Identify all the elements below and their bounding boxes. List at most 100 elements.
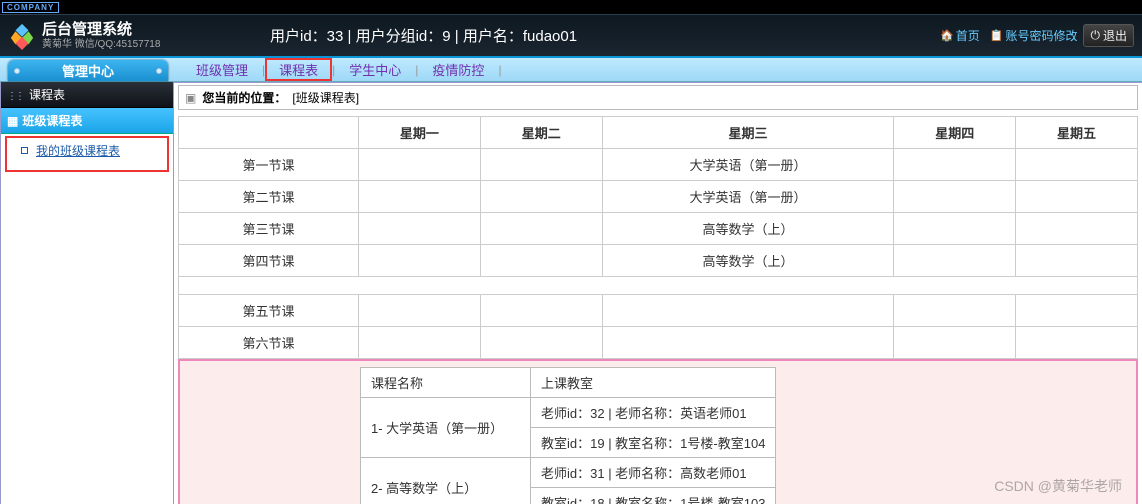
cell (894, 245, 1016, 277)
cell (359, 327, 481, 359)
col-fri: 星期五 (1016, 117, 1138, 149)
logout-button[interactable]: ⏻退出 (1083, 24, 1134, 47)
sidebar-root-label: 课程表 (29, 86, 65, 103)
col-tue: 星期二 (480, 117, 602, 149)
cell (480, 295, 602, 327)
table-header-row: 星期一 星期二 星期三 星期四 星期五 (179, 117, 1138, 149)
cell: 大学英语（第一册） (602, 181, 894, 213)
cell (359, 149, 481, 181)
row-label: 第一节课 (179, 149, 359, 181)
system-title: 后台管理系统 (42, 21, 160, 39)
cell: 高等数学（上） (602, 245, 894, 277)
logout-label: 退出 (1103, 27, 1127, 44)
cell (1016, 245, 1138, 277)
cell (359, 181, 481, 213)
nav-link-schedule[interactable]: 课程表 (265, 58, 332, 81)
nav-link-student[interactable]: 学生中心 (335, 60, 415, 79)
cell (602, 295, 894, 327)
table-row: 第二节课大学英语（第一册） (179, 181, 1138, 213)
sidebar-item-my-schedule[interactable]: 我的班级课程表 (21, 142, 161, 159)
cell (894, 327, 1016, 359)
cell (359, 245, 481, 277)
breadcrumb: ▣ 您当前的位置： [班级课程表] (178, 85, 1138, 110)
table-row: 第三节课 高等数学（上） (179, 213, 1138, 245)
info-room-2: 教室id：18 | 教室名称：1号楼-教室103 (531, 488, 776, 504)
cell (359, 295, 481, 327)
cell (480, 213, 602, 245)
nav-tab-admin[interactable]: 管理中心 (8, 60, 168, 81)
sidebar: 课程表 ▦ 班级课程表 我的班级课程表 (0, 82, 174, 504)
info-row: 2- 高等数学（上） 老师id：31 | 老师名称：高数老师01 (361, 458, 776, 488)
cell: 高等数学（上） (602, 213, 894, 245)
table-row: 第六节课 (179, 327, 1138, 359)
sidebar-category[interactable]: ▦ 班级课程表 (1, 108, 173, 134)
cell (602, 327, 894, 359)
home-link[interactable]: 🏠首页 (936, 25, 984, 46)
table-row: 第四节课高等数学（上） (179, 245, 1138, 277)
row-label: 第六节课 (179, 327, 359, 359)
cell (894, 295, 1016, 327)
nav-link-epidemic[interactable]: 疫情防控 (418, 60, 498, 79)
nav-tab-label: 管理中心 (62, 61, 114, 80)
crumb-label: 您当前的位置： (202, 89, 286, 106)
cell (480, 181, 602, 213)
info-course-2: 2- 高等数学（上） (361, 458, 531, 504)
col-wed: 星期三 (602, 117, 894, 149)
cell (359, 213, 481, 245)
col-blank (179, 117, 359, 149)
title-block: 后台管理系统 黄菊华 微信/QQ:45157718 (42, 21, 160, 51)
company-tag: COMPANY (2, 2, 59, 13)
info-table: 课程名称 上课教室 1- 大学英语（第一册） 老师id：32 | 老师名称：英语… (360, 367, 776, 504)
logo-icon (8, 22, 36, 50)
home-icon: 🏠 (940, 29, 954, 42)
home-label: 首页 (956, 27, 980, 44)
list-icon: 📋 (990, 29, 1004, 42)
gap-row (179, 277, 1138, 295)
row-label: 第三节课 (179, 213, 359, 245)
company-bar: COMPANY (0, 0, 1142, 14)
cell (1016, 149, 1138, 181)
schedule-table-wrap: 星期一 星期二 星期三 星期四 星期五 第一节课大学英语（第一册） 第二节课大学… (178, 116, 1138, 359)
system-subtitle: 黄菊华 微信/QQ:45157718 (42, 39, 160, 51)
square-icon (21, 147, 28, 154)
nav-row: 管理中心 班级管理| 课程表| 学生中心| 疫情防控| (0, 56, 1142, 82)
password-label: 账号密码修改 (1005, 27, 1077, 44)
cell (1016, 213, 1138, 245)
cell (894, 213, 1016, 245)
sidebar-item-label: 我的班级课程表 (36, 142, 120, 159)
password-link[interactable]: 📋账号密码修改 (986, 25, 1082, 46)
nav-sep: | (498, 63, 501, 77)
cell (480, 245, 602, 277)
user-info: 用户id：33 | 用户分组id：9 | 用户名：fudao01 (270, 25, 577, 46)
header-actions: 🏠首页 📋账号密码修改 ⏻退出 (936, 24, 1142, 47)
schedule-table: 星期一 星期二 星期三 星期四 星期五 第一节课大学英语（第一册） 第二节课大学… (178, 116, 1138, 359)
dots-icon (7, 88, 23, 102)
cell (894, 149, 1016, 181)
main: ▣ 您当前的位置： [班级课程表] 星期一 星期二 星期三 星期四 星期五 第一… (174, 82, 1142, 504)
sidebar-item-highlight: 我的班级课程表 (5, 136, 169, 172)
nav-link-class[interactable]: 班级管理 (182, 60, 262, 79)
cell: 大学英语（第一册） (602, 149, 894, 181)
info-h1: 课程名称 (361, 368, 531, 398)
cell (894, 181, 1016, 213)
cell (480, 149, 602, 181)
book-icon: ▣ (185, 91, 196, 105)
nav-links: 班级管理| 课程表| 学生中心| 疫情防控| (170, 58, 502, 81)
sidebar-root[interactable]: 课程表 (1, 82, 173, 108)
grid-icon: ▦ (7, 114, 18, 128)
col-thu: 星期四 (894, 117, 1016, 149)
body-row: 课程表 ▦ 班级课程表 我的班级课程表 ▣ 您当前的位置： [班级课程表] 星期一… (0, 82, 1142, 504)
header: 后台管理系统 黄菊华 微信/QQ:45157718 用户id：33 | 用户分组… (0, 14, 1142, 56)
table-row: 第五节课 (179, 295, 1138, 327)
table-row: 第一节课 大学英语（第一册） (179, 149, 1138, 181)
info-h2: 上课教室 (531, 368, 776, 398)
info-teacher-1: 老师id：32 | 老师名称：英语老师01 (531, 398, 776, 428)
cell (1016, 327, 1138, 359)
info-course-1: 1- 大学英语（第一册） (361, 398, 531, 458)
sidebar-category-label: 班级课程表 (22, 112, 82, 129)
info-panel: 课程名称 上课教室 1- 大学英语（第一册） 老师id：32 | 老师名称：英语… (178, 359, 1138, 504)
info-room-1: 教室id：19 | 教室名称：1号楼-教室104 (531, 428, 776, 458)
crumb-value: [班级课程表] (292, 89, 359, 106)
cell (480, 327, 602, 359)
info-row: 1- 大学英语（第一册） 老师id：32 | 老师名称：英语老师01 (361, 398, 776, 428)
